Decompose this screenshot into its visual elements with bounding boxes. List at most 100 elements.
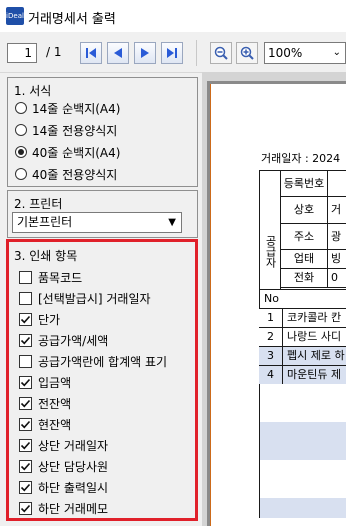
zoom-out-icon <box>214 46 228 60</box>
supplier-field-label: 등록번호 <box>280 170 328 197</box>
app-logo-icon: iDeal <box>6 7 24 25</box>
supplier-field-label: 전화 <box>280 268 328 288</box>
radio-button-selected[interactable] <box>15 146 27 158</box>
format-option-label: 14줄 순백지(A4) <box>32 101 121 116</box>
first-page-button[interactable] <box>80 42 102 64</box>
checkbox[interactable] <box>19 354 32 368</box>
toolbar-divider <box>196 40 197 66</box>
print-item-1[interactable]: [선택발급시] 거래일자 <box>19 289 151 307</box>
print-item-label: 입금액 <box>38 375 72 390</box>
empty-item-row <box>259 384 346 404</box>
first-page-icon <box>86 48 96 58</box>
window-title: 거래명세서 출력 <box>28 12 116 27</box>
item-row-no: 4 <box>259 365 283 385</box>
print-item-label: 상단 거래일자 <box>38 438 109 453</box>
supplier-field-value: 거 <box>327 196 346 224</box>
print-item-label: [선택발급시] 거래일자 <box>38 291 151 306</box>
format-option-2[interactable]: 40줄 순백지(A4) <box>15 143 120 161</box>
checkbox[interactable] <box>19 291 32 305</box>
empty-item-row <box>259 479 346 499</box>
checkbox-checked[interactable] <box>19 480 32 494</box>
checkbox-checked[interactable] <box>19 459 32 473</box>
supplier-field-value: 광 <box>327 223 346 250</box>
total-pages-label: / 1 <box>46 45 62 59</box>
last-page-icon <box>167 48 177 58</box>
print-item-10[interactable]: 하단 출력일시 <box>19 478 108 496</box>
supplier-field-label: 주소 <box>280 223 328 250</box>
next-page-icon <box>141 48 149 58</box>
empty-item-row <box>259 460 346 480</box>
empty-item-row <box>259 441 346 461</box>
print-item-7[interactable]: 현잔액 <box>19 415 71 433</box>
preview-paper: 거래일자 : 2024 공급자 등록번호 상호 거 주소 광 업태 빙 전화 0 No 1 코카콜라 칸… <box>210 84 346 526</box>
chevron-down-icon: ⌄ <box>332 47 341 58</box>
radio-button[interactable] <box>15 124 27 136</box>
checkbox-checked[interactable] <box>19 333 32 347</box>
print-item-9[interactable]: 상단 담당사원 <box>19 457 108 475</box>
checkbox-checked[interactable] <box>19 312 32 326</box>
checkbox-checked[interactable] <box>19 438 32 452</box>
supplier-field-label: 상호 <box>280 196 328 224</box>
last-page-button[interactable] <box>161 42 183 64</box>
checkbox-checked[interactable] <box>19 396 32 410</box>
format-option-label: 40줄 전용양식지 <box>32 167 118 182</box>
prev-page-button[interactable] <box>107 42 129 64</box>
item-row-name: 코카콜라 칸 <box>282 308 346 328</box>
current-page-input[interactable]: 1 <box>7 43 37 63</box>
format-option-3[interactable]: 40줄 전용양식지 <box>15 165 117 183</box>
print-item-3[interactable]: 공급가액/세액 <box>19 331 108 349</box>
print-item-5[interactable]: 입금액 <box>19 373 71 391</box>
format-option-label: 40줄 순백지(A4) <box>32 145 121 160</box>
zoom-in-icon <box>240 46 254 60</box>
checkbox-checked[interactable] <box>19 501 32 515</box>
print-item-label: 상단 담당사원 <box>38 459 109 474</box>
empty-item-row <box>259 422 346 442</box>
radio-button[interactable] <box>15 102 27 114</box>
format-group-title: 1. 서식 <box>14 84 52 98</box>
empty-item-row <box>259 403 346 423</box>
supplier-field-value <box>327 170 346 197</box>
format-option-label: 14줄 전용양식지 <box>32 123 118 138</box>
item-table-header: No <box>259 289 346 309</box>
print-item-8[interactable]: 상단 거래일자 <box>19 436 108 454</box>
print-item-label: 하단 거래메모 <box>38 501 109 516</box>
empty-item-row <box>259 498 346 518</box>
format-group: 1. 서식 14줄 순백지(A4) 14줄 전용양식지 40줄 순백지(A4) … <box>7 77 198 187</box>
print-item-label: 현잔액 <box>38 417 72 432</box>
print-item-11[interactable]: 하단 거래메모 <box>19 499 108 517</box>
print-item-0[interactable]: 품목코드 <box>19 268 82 286</box>
item-row-no: 3 <box>259 346 283 366</box>
prev-page-icon <box>114 48 122 58</box>
next-page-button[interactable] <box>134 42 156 64</box>
print-item-2[interactable]: 단가 <box>19 310 60 328</box>
item-row-name: 마운틴듀 제 <box>282 365 346 385</box>
print-item-4[interactable]: 공급가액란에 합계액 표기 <box>19 352 167 370</box>
print-item-label: 단가 <box>38 312 61 327</box>
print-item-label: 전잔액 <box>38 396 72 411</box>
supplier-field-value: 빙 <box>327 249 346 269</box>
supplier-label: 공급자 <box>259 170 281 292</box>
zoom-value: 100% <box>268 46 303 60</box>
item-row-no: 1 <box>259 308 283 328</box>
print-items-group-title: 3. 인쇄 항목 <box>14 249 78 263</box>
item-row-name: 펩시 제로 하 <box>282 346 346 366</box>
zoom-select[interactable]: 100% ⌄ <box>264 42 346 64</box>
chevron-down-icon: ▼ <box>168 217 176 228</box>
zoom-out-button[interactable] <box>210 42 232 64</box>
checkbox[interactable] <box>19 270 32 284</box>
format-option-0[interactable]: 14줄 순백지(A4) <box>15 99 120 117</box>
zoom-in-button[interactable] <box>236 42 258 64</box>
item-row-no: 2 <box>259 327 283 347</box>
format-option-1[interactable]: 14줄 전용양식지 <box>15 121 117 139</box>
transaction-date-label: 거래일자 : 2024 <box>261 152 341 165</box>
print-items-group: 3. 인쇄 항목 품목코드 [선택발급시] 거래일자단가공급가액/세액공급가액란에… <box>6 239 198 521</box>
printer-select[interactable]: 기본프린터 ▼ <box>12 212 182 233</box>
item-row-name: 나랑드 사디 <box>282 327 346 347</box>
print-item-label: 공급가액/세액 <box>38 333 109 348</box>
printer-group-title: 2. 프린터 <box>14 197 63 211</box>
print-item-6[interactable]: 전잔액 <box>19 394 71 412</box>
printer-value: 기본프린터 <box>17 215 73 229</box>
checkbox-checked[interactable] <box>19 375 32 389</box>
checkbox-checked[interactable] <box>19 417 32 431</box>
radio-button[interactable] <box>15 168 27 180</box>
